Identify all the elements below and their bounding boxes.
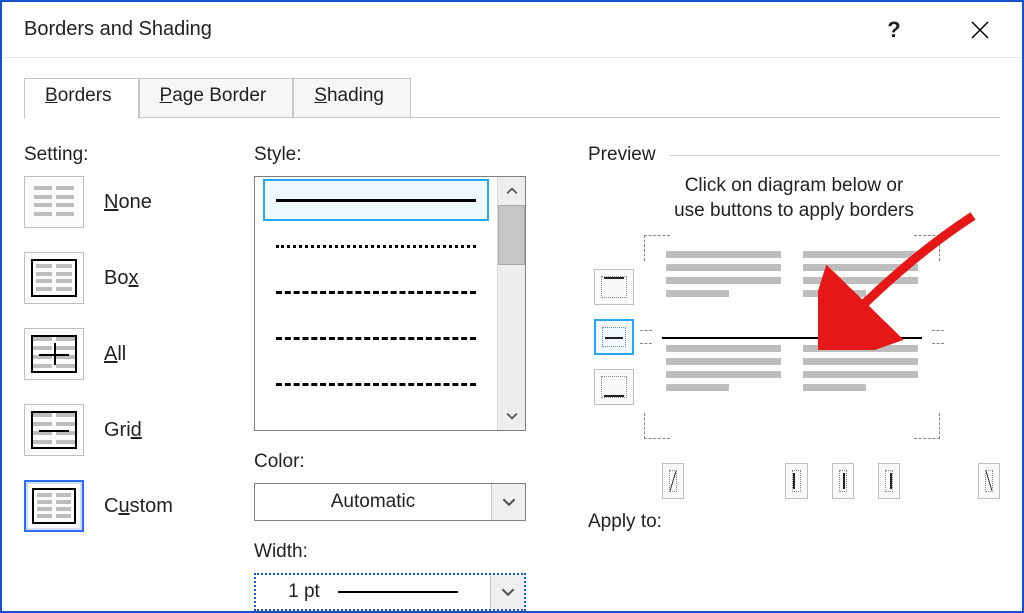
width-dropdown-button[interactable] — [490, 575, 524, 609]
setting-custom-icon — [24, 480, 84, 532]
setting-grid-label: Grid — [104, 419, 142, 442]
scroll-up-icon[interactable] — [498, 177, 525, 205]
setting-custom[interactable]: Custom — [24, 480, 226, 532]
style-dotted[interactable] — [263, 225, 489, 267]
border-bottom-button[interactable] — [594, 369, 634, 405]
dialog-body: Borders Page Border Shading Setting: Non… — [2, 58, 1022, 611]
setting-grid[interactable]: Grid — [24, 404, 226, 456]
width-line-preview — [338, 591, 458, 593]
preview-section: Preview Click on diagram below or use bu… — [588, 144, 1000, 611]
style-dash-dot[interactable] — [263, 363, 489, 405]
setting-label: Setting: — [24, 144, 226, 166]
title-bar: Borders and Shading ? — [2, 2, 1022, 58]
setting-all-label: All — [104, 343, 126, 366]
chevron-down-icon — [502, 495, 516, 509]
preview-vertical-buttons — [662, 463, 1000, 499]
setting-custom-label: Custom — [104, 495, 173, 518]
preview-header: Preview — [588, 144, 1000, 166]
style-solid[interactable] — [263, 179, 489, 221]
setting-box-icon — [24, 252, 84, 304]
style-scrollbar[interactable] — [497, 177, 525, 430]
chevron-down-icon — [501, 585, 515, 599]
width-value: 1 pt — [256, 575, 490, 609]
width-label: Width: — [254, 541, 560, 563]
scroll-thumb[interactable] — [498, 205, 525, 265]
preview-caption-1: Click on diagram below or — [588, 174, 1000, 199]
setting-none-label: None — [104, 191, 152, 214]
width-value-text: 1 pt — [288, 581, 320, 603]
border-diag-down-button[interactable] — [662, 463, 684, 499]
border-left-button[interactable] — [785, 463, 807, 499]
apply-to-label: Apply to: — [588, 511, 1000, 533]
style-section: Style: — [254, 144, 560, 611]
border-diag-up-button[interactable] — [978, 463, 1000, 499]
close-button[interactable] — [954, 9, 1006, 51]
preview-text-icon — [666, 251, 918, 423]
setting-none[interactable]: None — [24, 176, 226, 228]
help-button[interactable]: ? — [868, 9, 920, 51]
preview-caption: Click on diagram below or use buttons to… — [588, 174, 1000, 223]
edge-mark-icon — [640, 330, 652, 344]
preview-label: Preview — [588, 144, 656, 166]
color-dropdown[interactable]: Automatic — [254, 483, 526, 521]
edge-mark-icon — [932, 330, 944, 344]
style-label: Style: — [254, 144, 560, 166]
tab-page-border[interactable]: Page Border — [139, 78, 294, 118]
preview-caption-2: use buttons to apply borders — [588, 199, 1000, 224]
content-columns: Setting: None Box — [24, 118, 1000, 611]
setting-all-icon — [24, 328, 84, 380]
width-dropdown[interactable]: 1 pt — [254, 573, 526, 611]
setting-box-label: Box — [104, 267, 138, 290]
setting-box[interactable]: Box — [24, 252, 226, 304]
tab-strip: Borders Page Border Shading — [24, 78, 1000, 118]
scroll-down-icon[interactable] — [498, 402, 525, 430]
preview-area — [594, 237, 1000, 437]
style-list[interactable] — [254, 176, 526, 431]
border-vmid-button[interactable] — [832, 463, 854, 499]
setting-all[interactable]: All — [24, 328, 226, 380]
close-icon — [970, 20, 990, 40]
border-top-button[interactable] — [594, 269, 634, 305]
border-top-mid-bottom-buttons — [594, 269, 634, 405]
setting-section: Setting: None Box — [24, 144, 226, 611]
setting-none-icon — [24, 176, 84, 228]
tab-shading[interactable]: Shading — [293, 78, 411, 118]
setting-grid-icon — [24, 404, 84, 456]
border-hmid-button[interactable] — [594, 319, 634, 355]
scroll-track[interactable] — [498, 265, 525, 402]
preview-diagram[interactable] — [652, 237, 932, 437]
color-dropdown-button[interactable] — [491, 484, 525, 520]
style-dash-fine[interactable] — [263, 271, 489, 313]
tab-borders[interactable]: Borders — [24, 78, 139, 119]
style-items — [255, 177, 497, 430]
color-label: Color: — [254, 451, 560, 473]
style-dash[interactable] — [263, 317, 489, 359]
setting-list: None Box All — [24, 176, 226, 532]
border-right-button[interactable] — [878, 463, 900, 499]
color-value: Automatic — [255, 484, 491, 520]
dialog-title: Borders and Shading — [24, 18, 212, 41]
